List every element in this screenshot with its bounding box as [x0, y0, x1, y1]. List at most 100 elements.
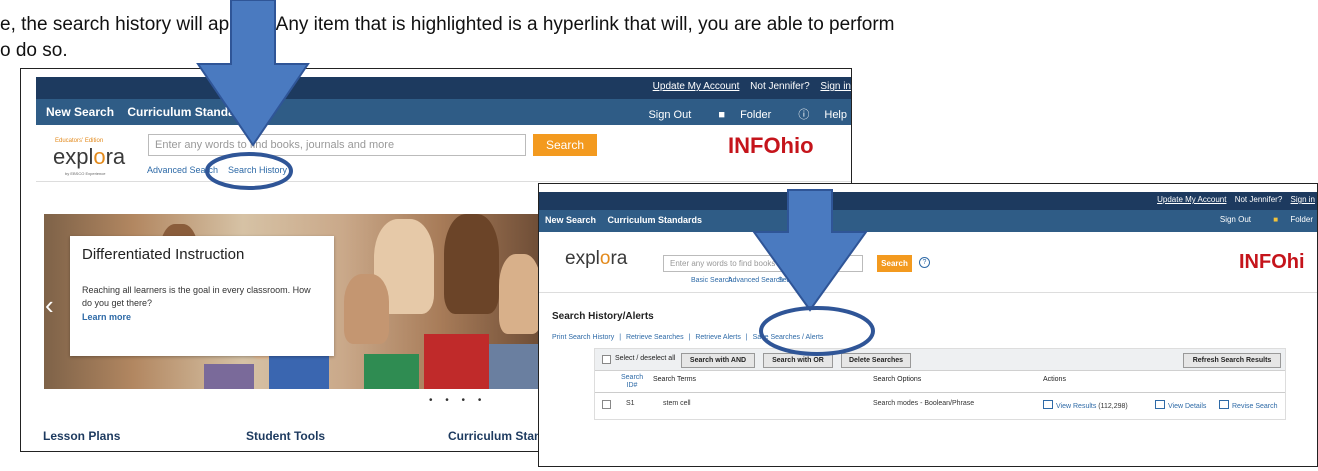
view-details-label: View Details	[1168, 403, 1207, 410]
help-icon: ⓘ	[798, 109, 810, 121]
refresh-search-results-button[interactable]: Refresh Search Results	[1183, 353, 1281, 368]
search-input[interactable]: Enter any words to find books, journals …	[148, 134, 526, 156]
search-input[interactable]: Enter any words to find books	[663, 255, 863, 272]
logo-wordmark: explora	[565, 248, 628, 269]
help-label: Help	[824, 109, 847, 121]
curriculum-standards-link[interactable]: Curriculum Stand	[448, 429, 549, 443]
search-history-link[interactable]: Sea	[778, 277, 790, 284]
section-title: Search History/Alerts	[552, 311, 654, 322]
search-with-and-button[interactable]: Search with AND	[681, 353, 755, 368]
nav-new-search[interactable]: New Search	[545, 215, 596, 225]
shirt-shape	[424, 334, 489, 389]
nav-new-search[interactable]: New Search	[46, 105, 114, 119]
logo-wordmark: explora	[53, 144, 126, 169]
nav-curriculum-standards[interactable]: Curriculum Standards	[127, 105, 253, 119]
retrieve-searches-link[interactable]: Retrieve Searches	[626, 334, 684, 341]
edit-icon	[1219, 400, 1229, 409]
select-all-label: Select / deselect all	[615, 355, 676, 362]
logo-edition: Educators' Edition	[55, 138, 104, 144]
history-links: Print Search History | Retrieve Searches…	[552, 334, 826, 341]
update-account-link[interactable]: Update My Account	[653, 81, 740, 92]
row-search-terms: stem cell	[663, 400, 691, 407]
folder-icon: ■	[718, 109, 725, 121]
print-search-history-link[interactable]: Print Search History	[552, 334, 614, 341]
folder-label: Folder	[1290, 215, 1313, 224]
shirt-shape	[364, 354, 419, 389]
help-icon[interactable]: ?	[919, 257, 930, 268]
folder-link[interactable]: ■ Folder	[706, 109, 771, 121]
folder-link[interactable]: ■ Folder	[1263, 215, 1313, 224]
view-details-link[interactable]: View Details	[1155, 400, 1206, 410]
separator: |	[619, 334, 622, 341]
folder-icon: ■	[1273, 215, 1279, 224]
header-divider	[36, 181, 851, 182]
results-count: (112,298)	[1098, 403, 1128, 410]
search-with-or-button[interactable]: Search with OR	[763, 353, 833, 368]
col-header-search-id[interactable]: Search ID#	[621, 374, 643, 390]
shirt-shape	[204, 364, 254, 389]
revise-search-link[interactable]: Revise Search	[1219, 400, 1278, 410]
search-button[interactable]: Search	[877, 255, 912, 272]
hero-title: Differentiated Instruction	[82, 246, 245, 263]
not-user-link[interactable]: Not Jennifer?	[1235, 195, 1283, 204]
explora-logo[interactable]: explora	[565, 248, 627, 270]
row-search-id: S1	[626, 400, 635, 407]
infohio-logo: INFOhi	[1239, 251, 1305, 273]
retrieve-alerts-link[interactable]: Retrieve Alerts	[695, 334, 741, 341]
row-divider	[595, 392, 1285, 393]
document-text-line1: e, the search history will appear. Any i…	[0, 14, 895, 35]
shirt-shape	[489, 344, 541, 389]
sign-in-link[interactable]: Sign in	[820, 81, 851, 92]
hand-shape	[444, 214, 499, 314]
document-text-line2: o do so.	[0, 40, 68, 61]
main-nav-bar: New Search Curriculum Standards Sign Out…	[539, 210, 1317, 232]
top-utility-bar: Update My Account Not Jennifer? Sign in	[36, 77, 851, 99]
carousel-dots[interactable]: • • • •	[429, 395, 486, 406]
search-history-link[interactable]: Search History	[228, 165, 287, 175]
separator: |	[688, 334, 691, 341]
advanced-search-link[interactable]: Advanced Search	[728, 277, 783, 284]
view-results-label: View Results	[1056, 403, 1097, 410]
update-account-link[interactable]: Update My Account	[1157, 195, 1226, 204]
help-link[interactable]: ⓘ Help	[786, 109, 847, 121]
hand-shape	[344, 274, 389, 344]
row-checkbox[interactable]	[602, 400, 611, 409]
learn-more-link[interactable]: Learn more	[82, 312, 131, 322]
details-icon	[1155, 400, 1165, 409]
row-search-options: Search modes - Boolean/Phrase	[873, 400, 975, 407]
results-icon	[1043, 400, 1053, 409]
nav-curriculum-standards[interactable]: Curriculum Standards	[608, 215, 703, 225]
hero-banner-image: Differentiated Instruction Reaching all …	[44, 214, 541, 389]
student-tools-link[interactable]: Student Tools	[246, 429, 325, 443]
hero-card: Differentiated Instruction Reaching all …	[70, 236, 334, 356]
infohio-logo: INFOhio	[728, 133, 814, 158]
screenshot-search-history: Update My Account Not Jennifer? Sign in …	[538, 183, 1318, 467]
lesson-plans-link[interactable]: Lesson Plans	[43, 429, 120, 443]
hero-body: Reaching all learners is the goal in eve…	[82, 285, 311, 308]
save-searches-alerts-link[interactable]: Save Searches / Alerts	[753, 334, 824, 341]
revise-search-label: Revise Search	[1232, 403, 1278, 410]
top-utility-bar: Update My Account Not Jennifer? Sign in	[539, 192, 1317, 210]
search-button[interactable]: Search	[533, 134, 597, 156]
table-toolbar: Select / deselect all Search with AND Se…	[595, 349, 1285, 371]
separator: |	[745, 334, 748, 341]
col-header-actions: Actions	[1043, 376, 1066, 383]
hand-shape	[499, 254, 541, 334]
main-nav-bar: New Search Curriculum Standards Sign Out…	[36, 99, 851, 125]
select-all-checkbox[interactable]	[602, 355, 611, 364]
sign-in-link[interactable]: Sign in	[1291, 195, 1315, 204]
chevron-left-icon[interactable]: ‹	[45, 290, 54, 321]
search-history-table: Select / deselect all Search with AND Se…	[594, 348, 1286, 420]
col-header-search-terms: Search Terms	[653, 376, 697, 383]
header-divider	[539, 292, 1317, 293]
delete-searches-button[interactable]: Delete Searches	[841, 353, 911, 368]
view-results-link[interactable]: View Results (112,298)	[1043, 400, 1128, 410]
logo-subtitle: by EBSCO Experience	[65, 171, 106, 176]
sign-out-link[interactable]: Sign Out	[1220, 215, 1251, 224]
advanced-search-link[interactable]: Advanced Search	[147, 165, 218, 175]
col-header-search-options: Search Options	[873, 376, 922, 383]
basic-search-link[interactable]: Basic Search	[691, 277, 732, 284]
sign-out-link[interactable]: Sign Out	[648, 109, 691, 121]
not-user-link[interactable]: Not Jennifer?	[750, 81, 809, 92]
explora-logo[interactable]: Educators' Edition explora by EBSCO Expe…	[53, 138, 126, 176]
